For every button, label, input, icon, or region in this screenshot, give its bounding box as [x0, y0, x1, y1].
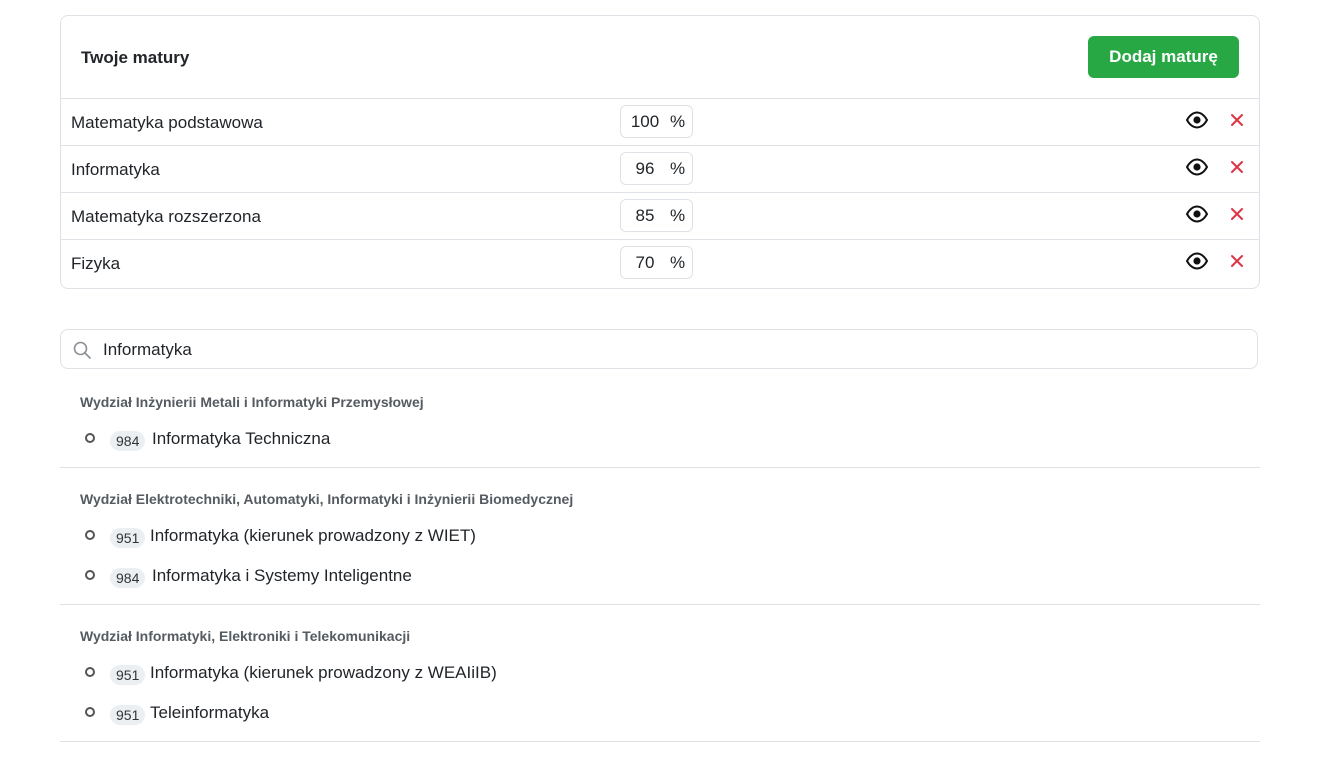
score-field[interactable]: 85 % [620, 199, 693, 232]
exam-row: Informatyka 96 % [61, 146, 1259, 193]
faculty-title: Wydział Inżynierii Metali i Informatyki … [80, 394, 424, 410]
bullet-icon [85, 433, 95, 443]
program-code-badge: 951 [110, 705, 146, 725]
eye-icon[interactable] [1186, 111, 1208, 129]
exams-card: Twoje matury Dodaj maturę Matematyka pod… [60, 15, 1260, 289]
faculty-title: Wydział Elektrotechniki, Automatyki, Inf… [80, 491, 574, 507]
bullet-icon [85, 707, 95, 717]
eye-icon[interactable] [1186, 252, 1208, 270]
eye-icon[interactable] [1186, 158, 1208, 176]
program-item[interactable]: 951 Informatyka (kierunek prowadzony z W… [60, 518, 1260, 558]
faculty-group: Wydział Inżynierii Metali i Informatyki … [60, 391, 1260, 468]
faculty-title: Wydział Informatyki, Elektroniki i Telek… [80, 628, 411, 644]
exam-subject: Matematyka podstawowa [71, 113, 263, 132]
score-unit: % [670, 252, 686, 272]
program-code-badge: 984 [110, 568, 146, 588]
delete-icon[interactable] [1229, 112, 1245, 128]
eye-icon[interactable] [1186, 205, 1208, 223]
delete-icon[interactable] [1229, 253, 1245, 269]
program-item[interactable]: 951 Teleinformatyka [60, 695, 1260, 735]
program-code-badge: 951 [110, 665, 146, 685]
score-field[interactable]: 100 % [620, 105, 693, 138]
program-name[interactable]: Informatyka (kierunek prowadzony z WIET) [150, 526, 476, 546]
score-field[interactable]: 96 % [620, 152, 693, 185]
delete-icon[interactable] [1229, 206, 1245, 222]
score-unit: % [670, 111, 686, 131]
faculty-group: Wydział Informatyki, Elektroniki i Telek… [60, 625, 1260, 742]
exam-subject: Matematyka rozszerzona [71, 207, 261, 226]
delete-icon[interactable] [1229, 159, 1245, 175]
score-unit: % [670, 158, 686, 178]
program-name[interactable]: Informatyka (kierunek prowadzony z WEAIi… [150, 663, 497, 683]
score-unit: % [670, 205, 686, 225]
add-exam-button[interactable]: Dodaj maturę [1088, 36, 1239, 78]
exam-subject: Fizyka [71, 254, 121, 273]
program-name[interactable]: Informatyka Techniczna [152, 429, 330, 449]
exam-row: Fizyka 70 % [61, 240, 1259, 286]
faculty-group: Wydział Elektrotechniki, Automatyki, Inf… [60, 488, 1260, 605]
program-code-badge: 951 [110, 528, 146, 548]
search-results: Wydział Inżynierii Metali i Informatyki … [60, 371, 1260, 742]
program-name[interactable]: Informatyka i Systemy Inteligentne [152, 566, 412, 586]
score-value[interactable]: 100 [621, 112, 669, 132]
search-input[interactable] [101, 334, 1245, 366]
program-code-badge: 984 [110, 431, 146, 451]
program-item[interactable]: 984 Informatyka i Systemy Inteligentne [60, 558, 1260, 598]
bullet-icon [85, 667, 95, 677]
search-icon [73, 341, 91, 359]
score-value[interactable]: 96 [621, 159, 669, 179]
score-field[interactable]: 70 % [620, 246, 693, 279]
exam-list: Matematyka podstawowa 100 % Informatyka … [61, 99, 1259, 286]
exam-row: Matematyka rozszerzona 85 % [61, 193, 1259, 240]
exams-card-header: Twoje matury Dodaj maturę [61, 16, 1259, 99]
program-name[interactable]: Teleinformatyka [150, 703, 269, 723]
bullet-icon [85, 530, 95, 540]
exam-subject: Informatyka [71, 160, 160, 179]
exams-card-title: Twoje matury [81, 48, 190, 67]
program-item[interactable]: 984 Informatyka Techniczna [60, 421, 1260, 461]
bullet-icon [85, 570, 95, 580]
exam-row: Matematyka podstawowa 100 % [61, 99, 1259, 146]
program-item[interactable]: 951 Informatyka (kierunek prowadzony z W… [60, 655, 1260, 695]
search-box [60, 329, 1258, 369]
score-value[interactable]: 70 [621, 253, 669, 273]
score-value[interactable]: 85 [621, 206, 669, 226]
